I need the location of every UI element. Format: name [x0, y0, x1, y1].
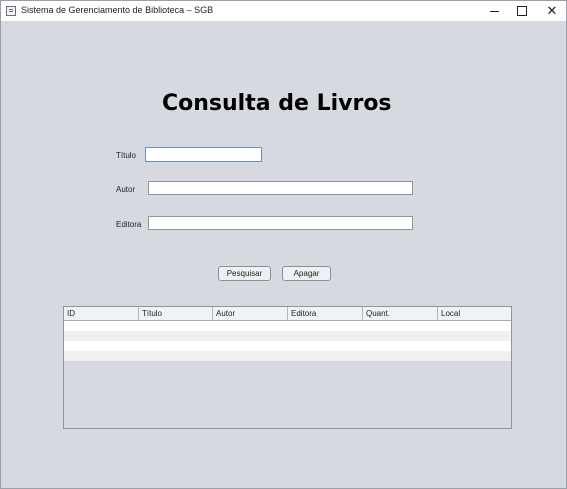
minimize-button[interactable]: [479, 1, 509, 21]
app-window: Sistema de Gerenciamento de Biblioteca –…: [0, 0, 567, 489]
column-header-editora[interactable]: Editora: [288, 307, 363, 320]
window-title: Sistema de Gerenciamento de Biblioteca –…: [21, 5, 214, 15]
table-row[interactable]: [64, 351, 511, 361]
close-button[interactable]: ✕: [537, 1, 567, 21]
autor-field[interactable]: [148, 181, 413, 195]
column-header-titulo[interactable]: Título: [139, 307, 213, 320]
maximize-button[interactable]: [507, 1, 537, 21]
title-bar[interactable]: Sistema de Gerenciamento de Biblioteca –…: [1, 1, 566, 21]
column-header-autor[interactable]: Autor: [213, 307, 288, 320]
titulo-field[interactable]: [145, 147, 262, 162]
close-icon: ✕: [546, 3, 558, 19]
minimize-icon: [489, 10, 499, 12]
clear-button[interactable]: Apagar: [282, 266, 331, 281]
table-row[interactable]: [64, 321, 511, 331]
search-button[interactable]: Pesquisar: [218, 266, 271, 281]
editora-field[interactable]: [148, 216, 413, 230]
column-header-local[interactable]: Local: [438, 307, 511, 320]
maximize-icon: [517, 6, 527, 16]
results-table[interactable]: ID Título Autor Editora Quant. Local: [63, 306, 512, 429]
column-header-quant[interactable]: Quant.: [363, 307, 438, 320]
table-row[interactable]: [64, 331, 511, 341]
table-header: ID Título Autor Editora Quant. Local: [64, 307, 511, 321]
column-header-id[interactable]: ID: [64, 307, 139, 320]
editora-label: Editora: [116, 220, 142, 229]
page-title: Consulta de Livros: [162, 91, 392, 116]
autor-label: Autor: [116, 185, 136, 194]
titulo-label: Título: [116, 151, 137, 160]
app-icon: [6, 6, 16, 16]
table-row[interactable]: [64, 341, 511, 351]
